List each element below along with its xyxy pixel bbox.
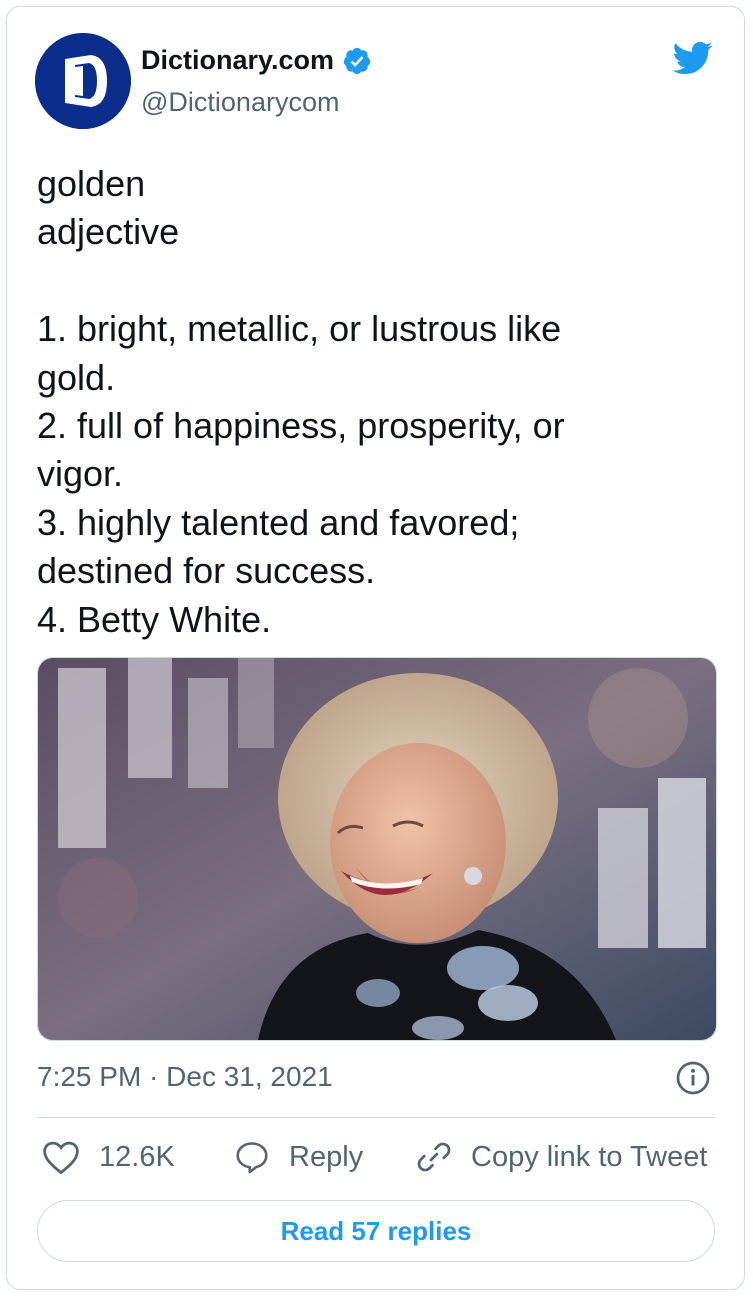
twitter-bird-icon[interactable] [667, 37, 717, 79]
reply-button[interactable]: Reply [233, 1139, 363, 1175]
copy-link-label: Copy link to Tweet [471, 1140, 708, 1173]
verified-badge-icon [343, 47, 371, 74]
photo-image [38, 658, 716, 1040]
link-icon [417, 1142, 451, 1172]
like-count: 12.6K [99, 1140, 175, 1173]
copy-link-button[interactable]: Copy link to Tweet [415, 1139, 707, 1175]
read-replies-button[interactable]: Read 57 replies [37, 1200, 715, 1262]
reply-label: Reply [289, 1140, 364, 1173]
tweet-photo[interactable] [37, 657, 717, 1041]
account-name-row[interactable]: Dictionary.com [141, 45, 372, 76]
divider [37, 1117, 715, 1118]
heart-icon [43, 1141, 79, 1175]
speech-bubble-icon [236, 1142, 268, 1174]
dictionary-logo-icon [35, 33, 131, 129]
account-handle[interactable]: @Dictionarycom [141, 87, 339, 118]
read-replies-label: Read 57 replies [280, 1215, 472, 1246]
like-button[interactable]: 12.6K [41, 1139, 175, 1175]
tweet-text: golden adjective 1. bright, metallic, or… [37, 163, 565, 640]
account-name[interactable]: Dictionary.com [141, 45, 334, 76]
avatar[interactable] [35, 33, 131, 129]
tweet-card: Dictionary.com @Dictionarycom golden adj… [6, 6, 745, 1290]
tweet-timestamp[interactable]: 7:25 PM · Dec 31, 2021 [37, 1061, 333, 1093]
info-icon[interactable] [675, 1060, 711, 1096]
